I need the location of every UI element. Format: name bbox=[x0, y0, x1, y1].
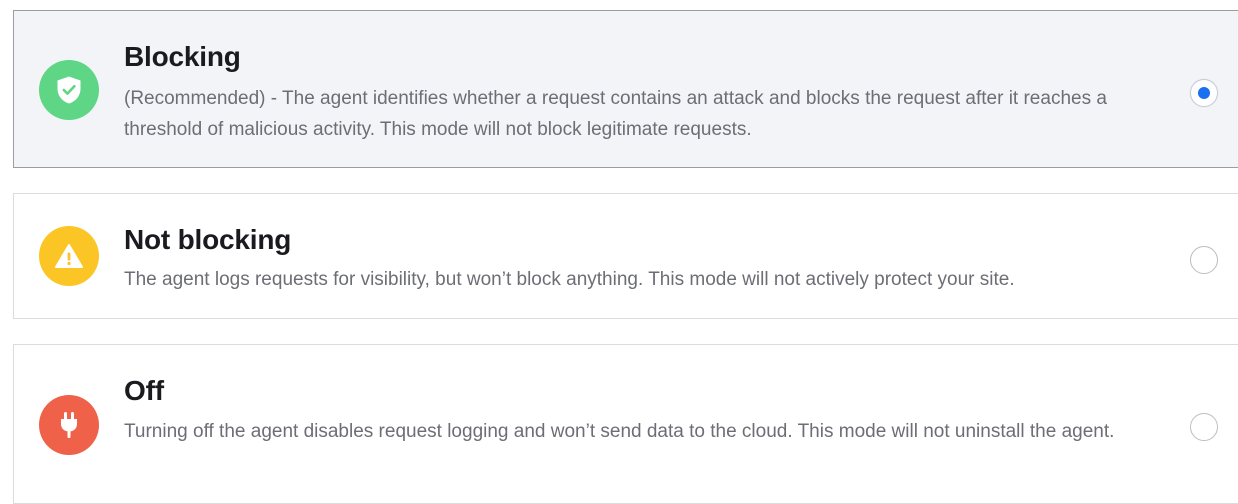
mode-option-not-blocking[interactable]: Not blocking The agent logs requests for… bbox=[13, 193, 1238, 319]
shield-check-icon bbox=[39, 60, 99, 120]
mode-radio-off[interactable] bbox=[1190, 413, 1218, 441]
plug-icon bbox=[39, 395, 99, 455]
mode-radio-not-blocking[interactable] bbox=[1190, 246, 1218, 274]
option-title: Not blocking bbox=[124, 224, 292, 255]
mode-option-blocking[interactable]: Blocking (Recommended) - The agent ident… bbox=[13, 10, 1238, 168]
mode-radio-blocking[interactable] bbox=[1190, 79, 1218, 107]
mode-option-off[interactable]: Off Turning off the agent disables reque… bbox=[13, 344, 1238, 504]
warning-triangle-icon bbox=[39, 226, 99, 286]
option-description: The agent logs requests for visibility, … bbox=[124, 269, 1015, 290]
option-title: Blocking bbox=[124, 41, 241, 72]
option-description: (Recommended) - The agent identifies whe… bbox=[124, 88, 1107, 140]
radio-selected-dot bbox=[1198, 87, 1210, 99]
option-title: Off bbox=[124, 375, 164, 406]
option-description: Turning off the agent disables request l… bbox=[124, 421, 1115, 442]
